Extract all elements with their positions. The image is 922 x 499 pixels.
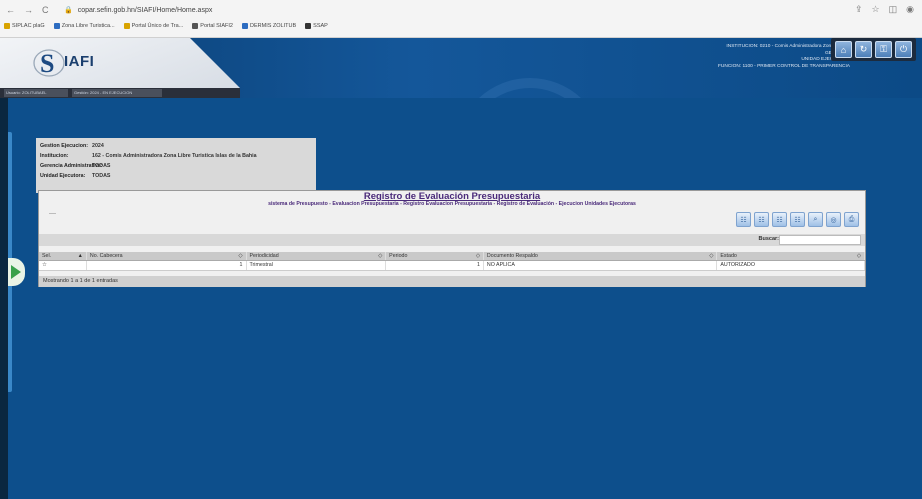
info-row: Unidad Ejecutora: TODAS — [40, 171, 312, 181]
evaluation-panel: Registro de Evaluación Presupuestaria si… — [38, 190, 866, 287]
select-cell[interactable]: ☆ — [39, 261, 87, 270]
home-icon[interactable]: ⌂ — [835, 41, 852, 58]
browser-nav: ← → C — [6, 5, 49, 15]
list-record-icon[interactable]: ☷ — [790, 212, 805, 227]
refresh-icon[interactable]: ↻ — [855, 41, 872, 58]
bookmark-item[interactable]: Zona Libre Turistica... — [53, 23, 115, 29]
browser-chrome: ← → C 🔒 copar.sefin.gob.hn/SIAFI/Home/Ho… — [0, 0, 922, 38]
bookmark-label: Portal SIAFI2 — [200, 23, 233, 29]
info-label: Gerencia Administrativa: — [40, 163, 103, 169]
print-icon[interactable]: ⎙ — [844, 212, 859, 227]
search-icon[interactable]: ⌕ — [808, 212, 823, 227]
share-icon[interactable]: ⇪ — [855, 4, 863, 15]
bookmark-icon — [53, 23, 60, 29]
power-icon[interactable]: ⏻ — [895, 41, 912, 58]
panel-breadcrumb: sistema de Presupuesto - Evaluacion Pres… — [268, 201, 636, 207]
left-strip — [0, 98, 8, 499]
column-header[interactable]: Estado ◇ — [717, 252, 865, 260]
panel-toolbar: ⎺ ☷ ☷ ☷ ☷ ⌕ ◎ ⎙ — [39, 210, 865, 229]
info-label: Gestion Ejecucion: — [40, 143, 88, 149]
documento-cell: NO APLICA — [484, 261, 718, 270]
bookmark-icon — [305, 23, 312, 29]
no-cabecera-cell: 1 — [87, 261, 247, 270]
bookmark-item[interactable]: DERMIS ZOLITUB — [242, 23, 296, 29]
view-record-icon[interactable]: ☷ — [772, 212, 787, 227]
info-label: Institucion: — [40, 153, 69, 159]
user-info-bar: Usuario: ZOLITUBAEL Gestión: 2024 - EN E… — [0, 88, 240, 98]
gestion-label: Gestión: 2024 - EN EJECUCION — [74, 90, 133, 95]
bookmark-star-icon[interactable]: ☆ — [872, 4, 880, 15]
bookmark-label: SSAP — [313, 23, 328, 29]
seal-watermark — [455, 78, 605, 98]
results-table: Sel. ▲ No. Cabecera ◇ Periodicidad ◇ Period… — [39, 252, 865, 271]
bookmark-item[interactable]: SSAP — [305, 23, 328, 29]
search-row: Buscar: — [39, 234, 865, 246]
sort-icon: ◇ — [238, 253, 243, 259]
play-icon — [10, 265, 21, 279]
forward-icon[interactable]: → — [24, 5, 33, 15]
sort-icon: ◇ — [475, 253, 480, 259]
column-header[interactable]: Periodo ◇ — [386, 252, 484, 260]
info-value: TODAS — [92, 173, 111, 179]
expand-menu-button[interactable] — [8, 258, 25, 286]
url-text: copar.sefin.gob.hn/SIAFI/Home/Home.aspx — [77, 7, 213, 14]
bookmark-icon — [4, 23, 10, 29]
collapse-icon[interactable]: ⎺ — [49, 214, 56, 222]
search-label: Buscar: — [758, 236, 779, 242]
sort-icon: ◇ — [856, 253, 861, 259]
sort-icon: ◇ — [378, 253, 383, 259]
bookmark-icon — [192, 23, 199, 29]
profile-icon[interactable]: ◉ — [906, 4, 914, 15]
bookmark-item[interactable]: Portal SIAFI2 — [192, 23, 233, 29]
table-header: Sel. ▲ No. Cabecera ◇ Periodicidad ◇ Period… — [39, 252, 865, 261]
browser-actions: ⇪ ☆ ◫ ◉ — [855, 4, 914, 15]
info-row: Gerencia Administrativa: TODAS — [40, 161, 312, 171]
toolbar-buttons: ☷ ☷ ☷ ☷ ⌕ ◎ ⎙ — [736, 212, 859, 227]
user-label: Usuario: ZOLITUBAEL — [6, 90, 47, 95]
edit-record-icon[interactable]: ☷ — [754, 212, 769, 227]
info-label: Unidad Ejecutora: — [40, 173, 86, 179]
info-value: 162 - Comis Administradora Zona Libre Tu… — [92, 153, 257, 159]
bookmark-label: DERMIS ZOLITUB — [250, 23, 297, 29]
svg-text:S: S — [40, 49, 54, 78]
bookmark-item[interactable]: SIPLAC plaG — [4, 23, 45, 29]
context-info-box: Gestion Ejecucion: 2024 Institucion: 162… — [36, 138, 316, 193]
header-icon-group: ⌂ ↻ ⚿ ⏻ — [831, 38, 916, 61]
periodo-cell: 1 — [386, 261, 484, 270]
lock-icon: 🔒 — [64, 7, 73, 14]
periodicidad-cell: Trimestral — [247, 261, 387, 270]
add-record-icon[interactable]: ☷ — [736, 212, 751, 227]
bookmark-label: Zona Libre Turistica... — [61, 23, 115, 29]
column-header[interactable]: Sel. ▲ — [39, 252, 87, 260]
sort-icon: ◇ — [709, 253, 714, 259]
address-bar[interactable]: 🔒 copar.sefin.gob.hn/SIAFI/Home/Home.asp… — [64, 4, 824, 18]
table-footer: Mostrando 1 a 1 de 1 entradas — [39, 276, 865, 287]
column-header[interactable]: No. Cabecera ◇ — [87, 252, 247, 260]
bookmark-icon — [242, 23, 248, 29]
zoom-icon[interactable]: ◎ — [826, 212, 841, 227]
table-row[interactable]: ☆ 1 Trimestral 1 NO APLICA AUTORIZADO — [39, 261, 865, 271]
info-row: Institucion: 162 - Comis Administradora … — [40, 151, 312, 161]
estado-cell: AUTORIZADO — [717, 261, 865, 270]
split-view-icon[interactable]: ◫ — [889, 4, 898, 15]
key-icon[interactable]: ⚿ — [875, 41, 892, 58]
sort-icon: ▲ — [77, 253, 83, 259]
bookmark-icon — [123, 23, 130, 29]
bookmark-label: SIPLAC plaG — [12, 23, 45, 29]
info-value: 2024 — [92, 143, 104, 149]
info-value: TODAS — [92, 163, 111, 169]
logo-text: IAFI — [64, 53, 95, 70]
bookmark-label: Portal Único de Tra... — [131, 23, 184, 29]
info-row: Gestion Ejecucion: 2024 — [40, 141, 312, 151]
back-icon[interactable]: ← — [6, 5, 15, 15]
bookmark-item[interactable]: Portal Único de Tra... — [123, 23, 184, 29]
search-input[interactable] — [779, 235, 861, 245]
column-header[interactable]: Documento Respaldo ◇ — [484, 252, 718, 260]
star-icon[interactable]: ☆ — [42, 261, 47, 270]
bookmarks-bar: SIPLAC plaG Zona Libre Turistica... Portal… — [4, 23, 328, 29]
funcion-line: FUNCION: 1100 - PRIMER CONTROL DE TRANSP… — [717, 63, 850, 69]
column-header[interactable]: Periodicidad ◇ — [247, 252, 387, 260]
reload-icon[interactable]: C — [42, 5, 49, 15]
